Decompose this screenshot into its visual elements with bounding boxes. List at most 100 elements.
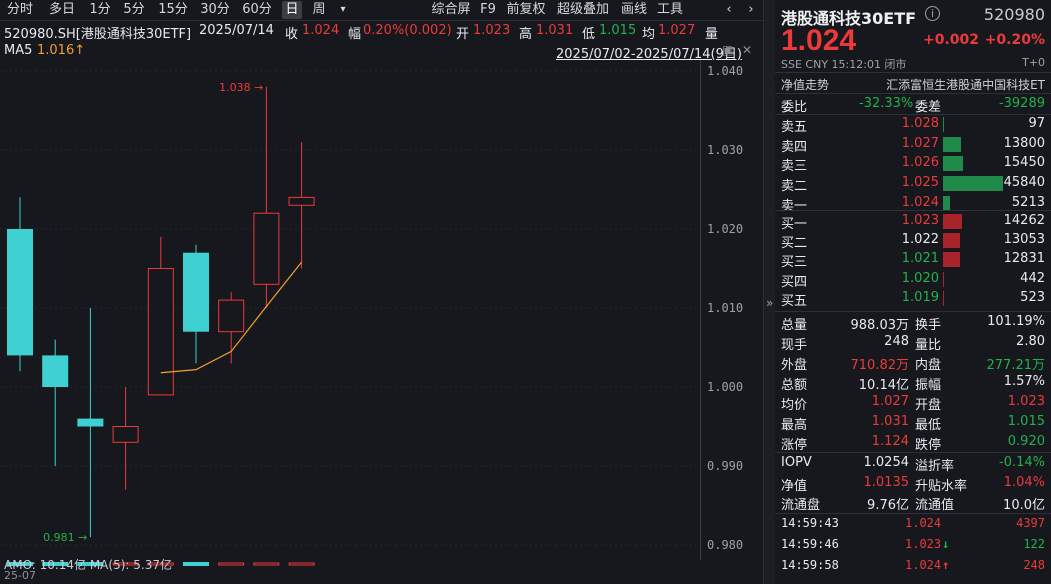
close-icon[interactable]: ✕: [742, 43, 752, 57]
divider: [775, 513, 1051, 514]
nav-trend-link[interactable]: 净值走势: [781, 76, 829, 93]
stat-value: 101.19%: [987, 314, 1045, 329]
tick-time: 14:59:58: [781, 558, 839, 572]
bid-row[interactable]: 买一1.02314262: [775, 212, 1051, 231]
level-label: 卖五: [781, 116, 807, 135]
bid-row[interactable]: 买二1.02213053: [775, 231, 1051, 250]
scroll-right-icon[interactable]: ›: [744, 1, 758, 19]
volume-bar: [289, 563, 314, 565]
stat-label: 开盘: [915, 394, 941, 413]
quote-panel: 港股通科技30ETF i 520980 1.024 +0.002 +0.20% …: [775, 0, 1051, 584]
settings-icon[interactable]: ▣: [722, 43, 733, 57]
stat-label: 换手: [915, 314, 941, 333]
level-label: 买二: [781, 232, 807, 251]
stat-value: 2.80: [1016, 334, 1045, 349]
level-volume: 13800: [1004, 136, 1045, 151]
chart-panel: 分时多日1分5分15分30分60分日周▾综合屏F9前复权超级叠加画线工具‹› 5…: [0, 0, 763, 584]
depth-bar: [943, 214, 962, 229]
level-price: 1.027: [902, 136, 939, 151]
stat-value: 1.57%: [1004, 374, 1045, 389]
price-change-pct: +0.20%: [985, 32, 1045, 48]
level-label: 卖四: [781, 136, 807, 155]
info-icon[interactable]: i: [925, 6, 940, 21]
depth-bar: [943, 291, 944, 306]
level-price: 1.019: [902, 290, 939, 305]
last-price: 1.024: [781, 24, 856, 58]
stat-row: 净值1.0135升贴水率1.04%: [775, 474, 1051, 493]
weibi-value: -32.33%: [859, 96, 913, 111]
candlestick-chart[interactable]: 1.038 →0.981 →: [0, 0, 700, 584]
ask-row[interactable]: 卖三1.02615450: [775, 154, 1051, 173]
y-tick-label: 0.980: [707, 538, 743, 552]
level-volume: 45840: [1004, 175, 1045, 190]
tick-volume: 4397: [1016, 516, 1045, 530]
market-meta: SSE CNY 15:12:01 闭市: [781, 56, 906, 72]
tick-row: 14:59:431.0244397: [775, 515, 1051, 534]
level-volume: 442: [1020, 271, 1045, 286]
stat-value: 710.82万: [851, 354, 910, 373]
depth-bar: [943, 252, 960, 267]
volume-bar: [183, 562, 209, 566]
stat-row: IOPV1.0254溢折率-0.14%: [775, 454, 1051, 473]
weibi-label: 委比: [781, 96, 807, 115]
stat-value: 9.76亿: [867, 494, 909, 513]
level-price: 1.021: [902, 251, 939, 266]
level-label: 买四: [781, 271, 807, 290]
depth-bar: [943, 272, 944, 287]
depth-bar: [943, 233, 960, 248]
level-price: 1.020: [902, 271, 939, 286]
bid-row[interactable]: 买三 1.021 12831: [775, 250, 1051, 269]
price-axis: 1.0401.0301.0201.0101.0000.9900.980: [700, 60, 763, 560]
stat-value: 1.0135: [864, 475, 910, 490]
stat-row: 总额10.14亿振幅1.57%: [775, 373, 1051, 392]
stat-label: 总量: [781, 314, 807, 333]
stat-label: 总额: [781, 374, 807, 393]
t0-badge: T+0: [1022, 56, 1045, 69]
stat-row: 涨停1.124跌停0.920: [775, 433, 1051, 452]
stat-label: IOPV: [781, 455, 812, 470]
arrow-up-icon: ↑: [942, 558, 949, 572]
volume-bar: [254, 563, 279, 565]
level-price: 1.028: [902, 116, 939, 131]
level-price: 1.022: [902, 232, 939, 247]
candle-body: [183, 253, 209, 332]
level-volume: 15450: [1004, 155, 1045, 170]
level-volume: 523: [1020, 290, 1045, 305]
stat-value: -0.14%: [999, 455, 1045, 470]
collapse-panel-button[interactable]: »: [763, 0, 775, 584]
stat-row: 流通盘9.76亿流通值10.0亿: [775, 493, 1051, 512]
stat-value: 1.023: [1008, 394, 1045, 409]
scroll-left-icon[interactable]: ‹: [722, 1, 736, 19]
x-axis-date: 25-07: [4, 569, 36, 582]
level-volume: 12831: [1004, 251, 1045, 266]
depth-bar: [943, 196, 950, 211]
level-label: 买五: [781, 290, 807, 309]
stat-label: 振幅: [915, 374, 941, 393]
divider: [775, 72, 1051, 73]
bid-row[interactable]: 买四 1.020 442: [775, 270, 1051, 289]
fund-full-name: 汇添富恒生港股通中国科技ET: [886, 76, 1045, 93]
candle-body: [219, 300, 244, 332]
level-label: 卖二: [781, 175, 807, 194]
bid-row[interactable]: 买五 1.019 523: [775, 289, 1051, 308]
stat-row: 最高1.031最低1.015: [775, 413, 1051, 432]
stat-label: 涨停: [781, 434, 807, 453]
volume-label: 量: [705, 23, 718, 42]
stat-row: 均价1.027开盘1.023: [775, 393, 1051, 412]
stat-label: 最低: [915, 414, 941, 433]
level-label: 买三: [781, 251, 807, 270]
min-price-label: 0.981 →: [43, 531, 87, 544]
stat-value: 248: [884, 334, 909, 349]
level-label: 买一: [781, 213, 807, 232]
divider: [775, 452, 1051, 453]
tick-volume: 248: [1023, 558, 1045, 572]
tick-row: 14:59:581.024↑248: [775, 557, 1051, 576]
y-tick-label: 1.030: [707, 143, 743, 157]
ask-row[interactable]: 卖四 1.027 13800: [775, 135, 1051, 154]
ask-row[interactable]: 卖五1.02897: [775, 115, 1051, 134]
stat-row: 现手248量比2.80: [775, 333, 1051, 352]
stat-value: 1.04%: [1004, 475, 1045, 490]
depth-bar: [943, 156, 963, 171]
ask-row[interactable]: 卖二1.02545840: [775, 174, 1051, 193]
y-tick-label: 1.010: [707, 301, 743, 315]
